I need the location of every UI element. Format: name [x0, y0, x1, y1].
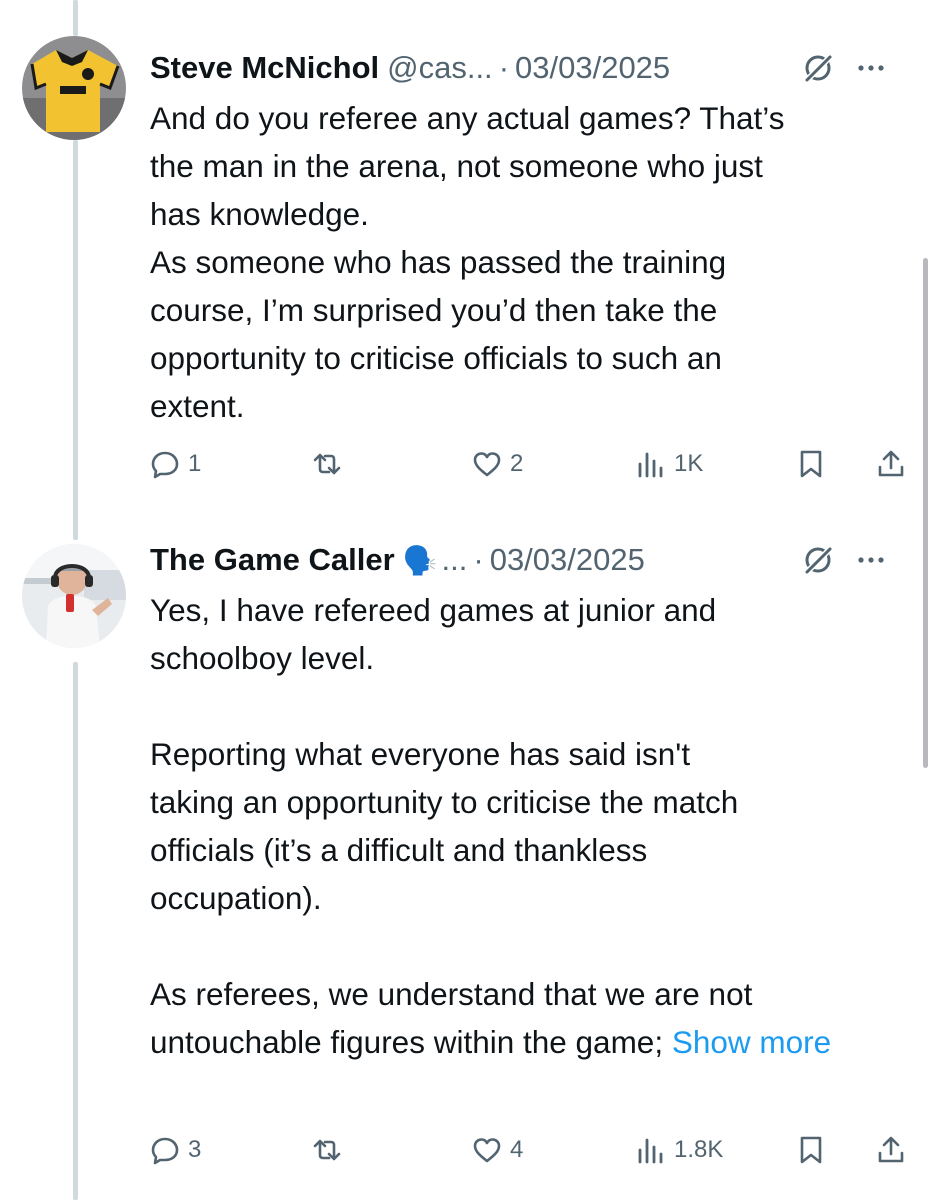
view-count: 1K	[674, 450, 704, 477]
tweet-line: Yes, I have refereed games at junior and	[150, 592, 717, 628]
tweet-line	[150, 682, 910, 730]
retweet-button[interactable]	[312, 1128, 350, 1172]
avatar[interactable]	[22, 544, 126, 648]
tweet-line: the man in the arena, not someone who ju…	[150, 148, 763, 184]
author-handle[interactable]: ...	[442, 542, 468, 578]
tweet-line: Reporting what everyone has said isn't	[150, 736, 691, 772]
more-icon[interactable]	[856, 52, 886, 84]
view-count: 1.8K	[674, 1136, 724, 1163]
views-icon	[638, 1138, 663, 1164]
like-icon	[473, 452, 501, 477]
reply-count: 3	[188, 1136, 202, 1163]
separator-dot: ·	[498, 50, 510, 85]
tweet-line: As someone who has passed the training	[150, 244, 727, 280]
views-button[interactable]: 1K	[636, 442, 703, 486]
reply-count: 1	[188, 450, 202, 477]
reply-icon	[151, 1137, 179, 1165]
tweet-line: schoolboy level.	[150, 640, 375, 676]
views-icon	[638, 452, 663, 478]
grok-icon[interactable]	[802, 544, 834, 576]
like-button[interactable]: 2	[472, 442, 523, 486]
tweet-body: And do you referee any actual games? Tha…	[150, 94, 910, 430]
author-name[interactable]: The Game Caller	[150, 542, 395, 578]
share-button[interactable]	[876, 1128, 906, 1172]
tweet-line: has knowledge.	[150, 196, 369, 232]
tweet-line: officials (it’s a difficult and thankles…	[150, 832, 648, 868]
tweet-line: extent.	[150, 388, 245, 424]
tweet-date[interactable]: 03/03/2025	[515, 50, 670, 86]
show-more-link[interactable]: Show more	[672, 1024, 831, 1060]
like-count: 4	[510, 1136, 524, 1163]
more-icon[interactable]	[856, 544, 886, 576]
share-button[interactable]	[876, 442, 906, 486]
tweet-line: occupation).	[150, 880, 322, 916]
tweet-line-text: untouchable figures within the game;	[150, 1024, 672, 1060]
tweet-body: Yes, I have refereed games at junior and…	[150, 586, 910, 1066]
tweet-line: And do you referee any actual games? Tha…	[150, 100, 785, 136]
author-handle[interactable]: @cas...	[387, 50, 493, 86]
like-button[interactable]: 4	[472, 1128, 523, 1172]
speaking-head-icon: 🗣️	[402, 544, 438, 576]
tweet-header: The Game Caller 🗣️ ... · 03/03/2025	[150, 538, 912, 582]
author-name[interactable]: Steve McNichol	[150, 50, 379, 86]
tweet-line	[150, 922, 910, 970]
share-icon	[878, 1136, 904, 1163]
retweet-icon	[313, 453, 341, 475]
reply-button[interactable]: 3	[150, 1128, 201, 1172]
share-icon	[878, 450, 904, 477]
tweet-line: untouchable figures within the game; Sho…	[150, 1018, 910, 1066]
retweet-icon	[313, 1139, 341, 1161]
tweet-line: course, I’m surprised you’d then take th…	[150, 292, 718, 328]
tweet-actions: 3 4 1.8K	[0, 1128, 932, 1172]
tweet-actions: 1 2 1K	[0, 442, 932, 486]
reply-icon	[151, 451, 179, 479]
views-button[interactable]: 1.8K	[636, 1128, 723, 1172]
reply-button[interactable]: 1	[150, 442, 201, 486]
avatar[interactable]	[22, 36, 126, 140]
tweet-header: Steve McNichol @cas... · 03/03/2025	[150, 46, 912, 90]
like-count: 2	[510, 450, 524, 477]
tweet-line: opportunity to criticise officials to su…	[150, 340, 722, 376]
separator-dot: ·	[473, 542, 484, 577]
like-icon	[473, 1138, 501, 1163]
bookmark-icon	[800, 450, 822, 478]
bookmark-button[interactable]	[796, 442, 826, 486]
tweet-1[interactable]: Steve McNichol @cas... · 03/03/2025 And …	[0, 0, 932, 520]
bookmark-icon	[800, 1136, 822, 1164]
tweet-line: taking an opportunity to criticise the m…	[150, 784, 739, 820]
tweet-2[interactable]: The Game Caller 🗣️ ... · 03/03/2025 Yes,…	[0, 520, 932, 1200]
tweet-date[interactable]: 03/03/2025	[490, 542, 645, 578]
grok-icon[interactable]	[802, 52, 834, 84]
bookmark-button[interactable]	[796, 1128, 826, 1172]
tweet-line: As referees, we understand that we are n…	[150, 976, 753, 1012]
retweet-button[interactable]	[312, 442, 350, 486]
